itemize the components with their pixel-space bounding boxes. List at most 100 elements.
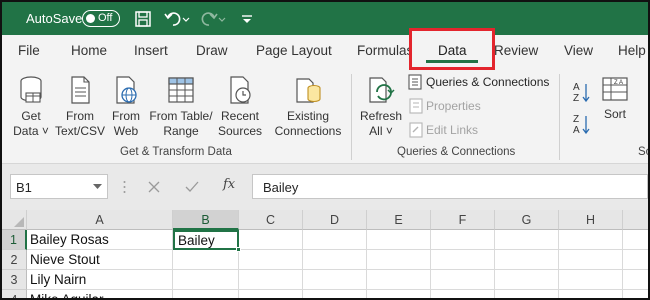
tab-file[interactable]: File xyxy=(18,43,40,58)
cell-a2[interactable]: Nieve Stout xyxy=(27,250,173,270)
column-header-d[interactable]: D xyxy=(303,210,367,230)
excel-window: AutoSave Off File Home Insert Draw Page … xyxy=(0,0,650,300)
cell-g4[interactable] xyxy=(495,290,559,298)
svg-text:Z: Z xyxy=(573,93,579,104)
cell-g1[interactable] xyxy=(495,230,559,250)
tab-formulas[interactable]: Formulas xyxy=(357,43,413,58)
autosave-toggle[interactable]: Off xyxy=(82,10,120,27)
cell-c1[interactable] xyxy=(239,230,303,250)
select-all-corner[interactable] xyxy=(2,210,27,230)
cell-d2[interactable] xyxy=(303,250,367,270)
tab-page-layout[interactable]: Page Layout xyxy=(256,43,332,58)
column-header-f[interactable]: F xyxy=(431,210,495,230)
existing-connections-button[interactable]: Existing Connections xyxy=(272,68,344,139)
cell-c4[interactable] xyxy=(239,290,303,298)
name-box[interactable]: B1 xyxy=(10,174,108,199)
cell-f4[interactable] xyxy=(431,290,495,298)
group-separator xyxy=(559,74,560,160)
row-header-4[interactable]: 4 xyxy=(2,290,27,298)
tab-home[interactable]: Home xyxy=(71,43,107,58)
formula-input[interactable]: Bailey xyxy=(252,174,648,199)
text-file-icon xyxy=(71,76,90,104)
undo-icon[interactable] xyxy=(164,10,190,28)
row-header-2[interactable]: 2 xyxy=(2,250,27,270)
sort-az-icons[interactable]: A Z Z A xyxy=(572,78,592,134)
cell-e3[interactable] xyxy=(367,270,431,290)
get-data-button[interactable]: Get Data ˅ xyxy=(10,68,52,139)
from-table-line1: From Table/ xyxy=(149,109,213,123)
from-text-line1: From xyxy=(66,109,94,123)
cell-c2[interactable] xyxy=(239,250,303,270)
cell-e2[interactable] xyxy=(367,250,431,270)
cell-h2[interactable] xyxy=(559,250,623,270)
edit-links-label: Edit Links xyxy=(426,123,479,137)
get-data-line2: Data ˅ xyxy=(13,124,49,138)
cell-h4[interactable] xyxy=(559,290,623,298)
cancel-icon[interactable] xyxy=(148,181,160,193)
save-icon[interactable] xyxy=(134,10,152,28)
cell-i2[interactable] xyxy=(623,250,648,270)
from-web-button[interactable]: From Web xyxy=(108,68,144,139)
cell-i1[interactable] xyxy=(623,230,648,250)
row-header-1[interactable]: 1 xyxy=(2,230,27,250)
column-header-e[interactable]: E xyxy=(367,210,431,230)
tab-help[interactable]: Help xyxy=(618,43,646,58)
tab-review[interactable]: Review xyxy=(494,43,538,58)
tab-insert[interactable]: Insert xyxy=(134,43,168,58)
chevron-down-icon[interactable] xyxy=(93,184,102,190)
recent-sources-line2: Sources xyxy=(217,124,263,138)
column-header-a[interactable]: A xyxy=(27,210,173,230)
from-text-csv-button[interactable]: From Text/CSV xyxy=(54,68,106,139)
column-header-h[interactable]: H xyxy=(559,210,623,230)
ribbon: Get Data ˅ From Text/CSV From Web From T… xyxy=(2,68,648,164)
fill-handle[interactable] xyxy=(236,247,241,252)
refresh-line1: Refresh xyxy=(359,109,403,123)
cell-a4[interactable]: Mike Aguilar xyxy=(27,290,173,298)
column-header-c[interactable]: C xyxy=(239,210,303,230)
from-table-range-button[interactable]: From Table/ Range xyxy=(147,68,215,139)
cell-d1[interactable] xyxy=(303,230,367,250)
sort-button[interactable]: Z A Sort xyxy=(598,68,632,122)
cell-d4[interactable] xyxy=(303,290,367,298)
recent-sources-icon xyxy=(230,76,251,104)
splitter-dots-icon[interactable] xyxy=(122,179,127,195)
existing-connections-icon xyxy=(296,78,321,103)
refresh-all-button[interactable]: Refresh All ˅ xyxy=(358,68,404,139)
cell-f3[interactable] xyxy=(431,270,495,290)
cell-e4[interactable] xyxy=(367,290,431,298)
tab-draw[interactable]: Draw xyxy=(196,43,228,58)
cell-a1[interactable]: Bailey Rosas xyxy=(27,230,173,250)
cell-b1[interactable]: Bailey xyxy=(173,230,239,250)
queries-connections-label: Queries & Connections xyxy=(426,75,550,89)
cell-g3[interactable] xyxy=(495,270,559,290)
queries-connections-icon xyxy=(408,74,422,90)
column-header-partial[interactable] xyxy=(623,210,648,230)
cell-b4[interactable] xyxy=(173,290,239,298)
cell-d3[interactable] xyxy=(303,270,367,290)
cell-g2[interactable] xyxy=(495,250,559,270)
recent-sources-button[interactable]: Recent Sources xyxy=(216,68,264,139)
cell-b3[interactable] xyxy=(173,270,239,290)
row-header-3[interactable]: 3 xyxy=(2,270,27,290)
sort-label: Sort xyxy=(603,107,626,121)
group-label-get-transform: Get & Transform Data xyxy=(120,146,232,158)
insert-function-button[interactable]: fx xyxy=(223,177,235,192)
tab-data[interactable]: Data xyxy=(409,28,495,70)
cell-i4[interactable] xyxy=(623,290,648,298)
column-header-b[interactable]: B xyxy=(173,210,239,230)
cell-i3[interactable] xyxy=(623,270,648,290)
cell-h1[interactable] xyxy=(559,230,623,250)
tab-view[interactable]: View xyxy=(564,43,593,58)
cell-f2[interactable] xyxy=(431,250,495,270)
cell-a3[interactable]: Lily Nairn xyxy=(27,270,173,290)
cell-f1[interactable] xyxy=(431,230,495,250)
column-header-g[interactable]: G xyxy=(495,210,559,230)
redo-icon[interactable] xyxy=(200,10,226,28)
enter-check-icon[interactable] xyxy=(185,181,199,193)
cell-c3[interactable] xyxy=(239,270,303,290)
customize-qat-icon[interactable] xyxy=(240,10,254,28)
cell-h3[interactable] xyxy=(559,270,623,290)
cell-b2[interactable] xyxy=(173,250,239,270)
cell-e1[interactable] xyxy=(367,230,431,250)
formula-value: Bailey xyxy=(263,180,299,195)
